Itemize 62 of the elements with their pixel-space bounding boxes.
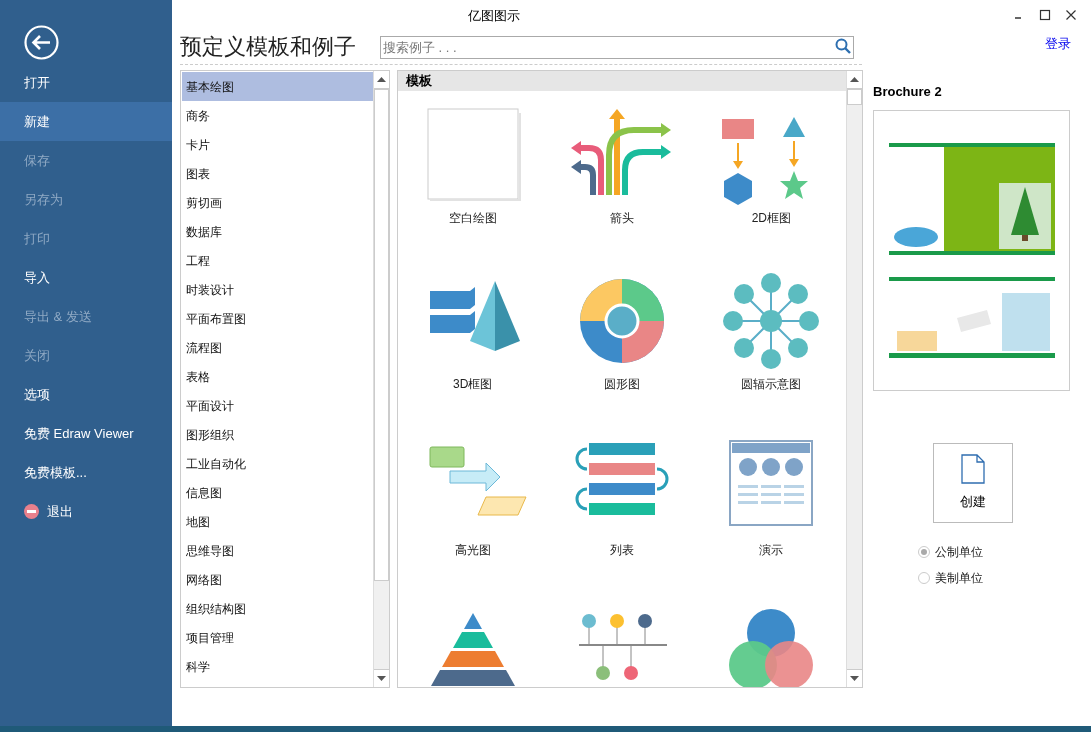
menu-item[interactable]: 退出	[0, 492, 172, 531]
category-item[interactable]: 商务	[182, 101, 373, 130]
login-link[interactable]: 登录	[1045, 34, 1071, 54]
category-item[interactable]: 工业自动化	[182, 449, 373, 478]
template-label[interactable]: 箭头	[610, 208, 634, 255]
menu-item[interactable]: 选项	[0, 375, 172, 414]
menu-item[interactable]: 免费 Edraw Viewer	[0, 414, 172, 453]
category-item[interactable]: 平面布置图	[182, 304, 373, 333]
template-label[interactable]: 高光图	[454, 540, 491, 587]
category-item[interactable]: 地图	[182, 507, 373, 536]
category-item[interactable]: 表格	[182, 362, 373, 391]
category-item[interactable]: 图表	[182, 159, 373, 188]
template-label[interactable]: 演示	[759, 540, 784, 587]
search-icon[interactable]	[835, 38, 851, 54]
scroll-thumb[interactable]	[847, 89, 862, 105]
scroll-up-icon[interactable]	[850, 77, 859, 82]
menu-item[interactable]: 免费模板...	[0, 453, 172, 492]
radio-button[interactable]	[918, 545, 930, 558]
category-item[interactable]: 剪切画	[182, 188, 373, 217]
menu-item[interactable]: 打开	[0, 63, 172, 102]
create-button[interactable]: 创建	[933, 442, 1013, 523]
category-item[interactable]: 思维导图	[182, 536, 373, 565]
radio-label: 公制单位	[935, 543, 983, 561]
document-icon	[961, 453, 985, 484]
template-label[interactable]: 圆辐示意图	[741, 374, 802, 421]
scrollbar[interactable]	[846, 71, 862, 687]
preview-title: Brochure 2	[873, 83, 943, 101]
maximize-icon[interactable]	[1039, 9, 1051, 21]
category-item[interactable]: 项目管理	[182, 623, 373, 652]
template-label[interactable]: 2D框图	[751, 208, 791, 255]
template-label[interactable]: 列表	[610, 540, 634, 587]
radio-label: 美制单位	[935, 569, 983, 587]
category-item[interactable]: 科学	[182, 652, 373, 681]
category-item[interactable]: 时装设计	[182, 275, 373, 304]
radio-button[interactable]	[918, 571, 930, 584]
category-item[interactable]: 数据库	[182, 217, 373, 246]
menu-item[interactable]: 导入	[0, 258, 172, 297]
category-item[interactable]: 信息图	[182, 478, 373, 507]
category-item[interactable]: 基本绘图	[182, 72, 373, 101]
section-title: 模板	[406, 72, 432, 90]
scroll-thumb[interactable]	[374, 89, 389, 581]
window-title: 亿图图示	[468, 7, 520, 25]
scrollbar[interactable]	[373, 71, 389, 687]
scroll-up-icon[interactable]	[377, 77, 386, 82]
stop-icon	[24, 504, 39, 519]
template-label[interactable]: 空白绘图	[448, 208, 497, 255]
template-label[interactable]: 圆形图	[604, 374, 640, 421]
category-item[interactable]: 平面设计	[182, 391, 373, 420]
category-item[interactable]: 组织结构图	[182, 594, 373, 623]
template-label[interactable]: 3D框图	[453, 374, 493, 421]
category-item[interactable]: 卡片	[182, 130, 373, 159]
menu-item[interactable]: 新建	[0, 102, 172, 141]
category-item[interactable]: 流程图	[182, 333, 373, 362]
back-icon[interactable]	[24, 25, 59, 60]
search-field[interactable]: 搜索例子 . . .	[380, 36, 854, 59]
scroll-down-icon[interactable]	[377, 676, 386, 681]
scroll-down-icon[interactable]	[850, 676, 859, 681]
category-item[interactable]: 工程	[182, 246, 373, 275]
category-item[interactable]: 网络图	[182, 565, 373, 594]
page-heading: 预定义模板和例子	[180, 34, 356, 60]
close-icon[interactable]	[1065, 9, 1077, 21]
category-item[interactable]: 图形组织	[182, 420, 373, 449]
